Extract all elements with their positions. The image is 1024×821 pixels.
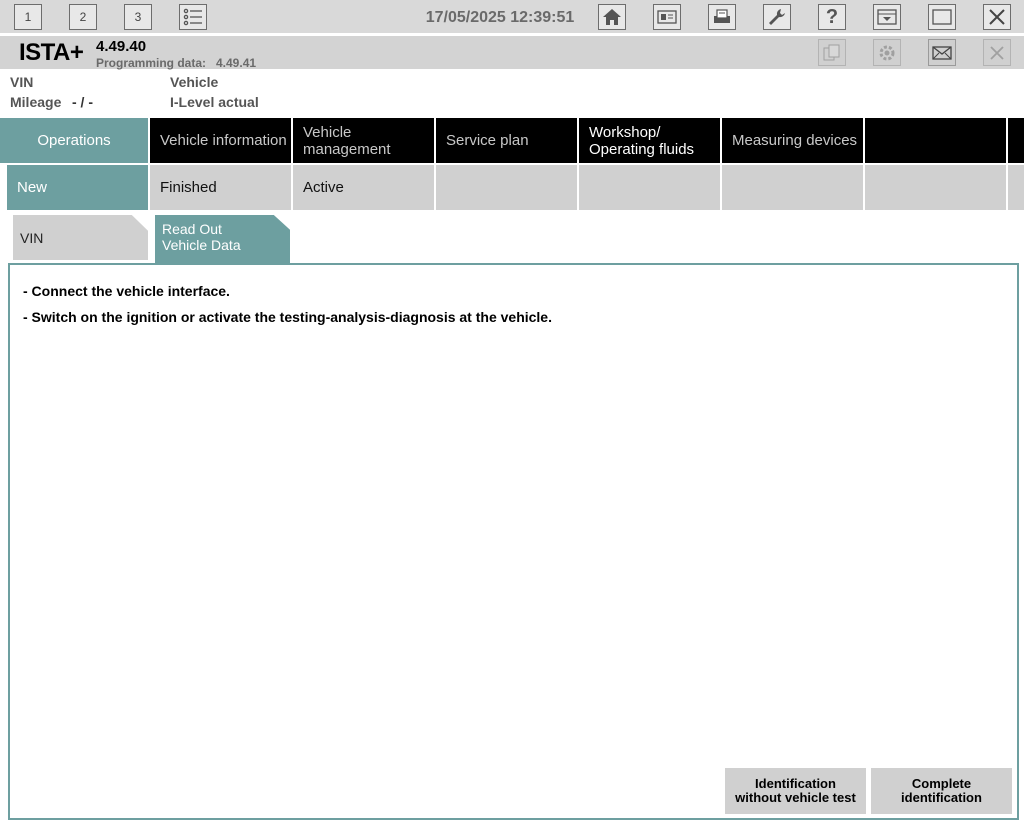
app-name: ISTA+ — [19, 39, 84, 66]
list-icon[interactable] — [179, 4, 207, 30]
app-version: 4.49.40 — [96, 38, 147, 55]
programming-data-label: Programming data: — [96, 56, 207, 70]
subtab-empty-3 — [722, 165, 863, 210]
tab-vehicle-management[interactable]: Vehicle management — [293, 118, 436, 163]
instruction-connect-interface: - Connect the vehicle interface. — [23, 283, 230, 299]
close-icon[interactable] — [983, 4, 1011, 30]
sub-tab-bar: New Finished Active — [0, 163, 1024, 210]
copy-documents-icon[interactable] — [818, 39, 846, 66]
datetime: 17/05/2025 12:39:51 — [425, 9, 575, 26]
subtab-empty-2 — [579, 165, 720, 210]
programming-data-value: 4.49.41 — [216, 56, 257, 70]
vehicle-label: Vehicle — [170, 74, 219, 90]
tab-workshop-operating-fluids[interactable]: Workshop/ Operating fluids — [579, 118, 722, 163]
home-icon[interactable] — [598, 4, 626, 30]
subtab-finished[interactable]: Finished — [150, 165, 291, 210]
complete-identification-label: Complete identification — [901, 776, 982, 805]
tab-empty — [865, 118, 1008, 163]
mileage-label: Mileage — [10, 94, 62, 110]
subtab-empty-4 — [865, 165, 1006, 210]
subtab-edge — [1008, 165, 1024, 210]
identification-without-test-button[interactable]: Identification without vehicle test — [725, 768, 866, 814]
data-card-icon[interactable] — [653, 4, 681, 30]
step-tab-read-label: Read Out Vehicle Data — [162, 221, 241, 253]
ilevel-actual-label: I-Level actual — [170, 94, 259, 110]
tab-vehicle-information[interactable]: Vehicle information — [150, 118, 293, 163]
main-tab-bar: Operations Vehicle information Vehicle m… — [0, 118, 1024, 163]
maximize-icon[interactable] — [928, 4, 956, 30]
tab-measuring-devices[interactable]: Measuring devices — [722, 118, 865, 163]
window-3-button[interactable]: 3 — [124, 4, 152, 30]
mileage-value: - / - — [72, 94, 93, 110]
mail-icon[interactable] — [928, 39, 956, 66]
wrench-icon[interactable] — [763, 4, 791, 30]
vin-label: VIN — [10, 74, 34, 90]
window-2-button[interactable]: 2 — [69, 4, 97, 30]
step-tab-vin[interactable]: VIN — [13, 215, 148, 260]
dropdown-panel-icon[interactable] — [873, 4, 901, 30]
close-session-icon[interactable] — [983, 39, 1011, 66]
tab-workshop-label: Workshop/ Operating fluids — [589, 123, 695, 158]
tab-operations[interactable]: Operations — [0, 118, 150, 163]
identification-without-test-label: Identification without vehicle test — [735, 776, 856, 805]
window-1-button[interactable]: 1 — [14, 4, 42, 30]
step-tab-read-out-vehicle-data[interactable]: Read Out Vehicle Data — [155, 215, 290, 264]
instruction-switch-ignition: - Switch on the ignition or activate the… — [23, 309, 552, 325]
print-icon[interactable] — [708, 4, 736, 30]
top-toolbar: 1 2 3 17/05/2025 12:39:51 ? — [0, 0, 1024, 35]
content-panel: - Connect the vehicle interface. - Switc… — [8, 263, 1019, 820]
subtab-empty-1 — [436, 165, 577, 210]
app-header: ISTA+ 4.49.40 Programming data: 4.49.41 — [0, 36, 1024, 70]
help-icon[interactable]: ? — [818, 4, 846, 30]
tab-service-plan[interactable]: Service plan — [436, 118, 579, 163]
complete-identification-button[interactable]: Complete identification — [871, 768, 1012, 814]
subtab-active[interactable]: Active — [293, 165, 434, 210]
settings-gear-icon[interactable] — [873, 39, 901, 66]
subtab-new[interactable]: New — [7, 165, 148, 210]
tab-vehicle-management-label: Vehicle management — [303, 123, 391, 158]
